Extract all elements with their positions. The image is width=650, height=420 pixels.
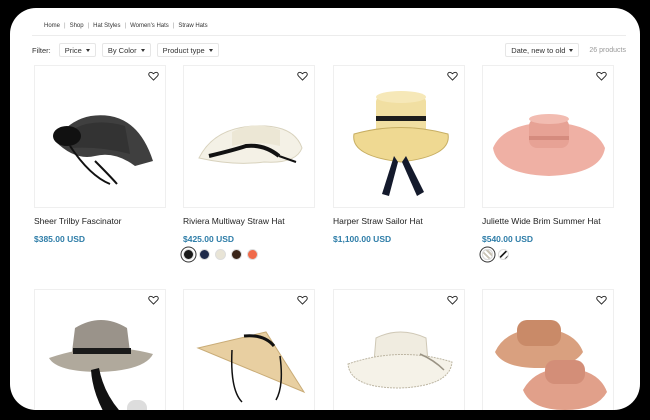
wishlist-heart-icon[interactable] [297, 71, 308, 81]
chevron-down-icon [208, 48, 213, 52]
breadcrumb-separator: | [172, 23, 175, 29]
product-price: $385.00 USD [34, 234, 86, 244]
product-image[interactable] [482, 289, 614, 410]
swatch-black-pattern[interactable] [498, 249, 509, 260]
product-type-filter-dropdown[interactable]: Product type [156, 43, 219, 57]
product-image[interactable] [34, 289, 166, 410]
breadcrumb-hat-styles[interactable]: Hat Styles [93, 23, 120, 29]
conical-straw-hat-image [196, 331, 306, 403]
breadcrumb-straw-hats: Straw Hats [178, 23, 208, 29]
wishlist-heart-icon[interactable] [447, 295, 458, 305]
product-image[interactable] [482, 65, 614, 208]
color-swatches [183, 249, 263, 260]
product-image[interactable] [183, 65, 315, 208]
breadcrumb-shop[interactable]: Shop [70, 23, 84, 29]
product-price: $1,100.00 USD [333, 234, 392, 244]
sheer-trilby-fascinator-image [53, 115, 153, 185]
product-type-filter-label: Product type [162, 45, 205, 55]
chevron-down-icon [140, 48, 145, 52]
product-name[interactable]: Sheer Trilby Fascinator [34, 216, 121, 226]
filter-label: Filter: [32, 45, 51, 55]
sort-label: Date, new to old [511, 45, 566, 55]
wishlist-heart-icon[interactable] [297, 295, 308, 305]
chevron-down-icon [85, 48, 90, 52]
wishlist-heart-icon[interactable] [447, 71, 458, 81]
color-swatches [482, 249, 514, 260]
wishlist-heart-icon[interactable] [596, 295, 607, 305]
swatch-brown[interactable] [231, 249, 242, 260]
product-name[interactable]: Harper Straw Sailor Hat [333, 216, 423, 226]
product-price: $540.00 USD [482, 234, 534, 244]
breadcrumb-separator: | [87, 23, 90, 29]
breadcrumb-separator: | [64, 23, 66, 29]
product-price: $425.00 USD [183, 234, 235, 244]
breadcrumb: Home | Shop | Hat Styles | Women's Hats … [44, 23, 208, 29]
chevron-down-icon [569, 48, 574, 52]
stacked-sun-hats-image [495, 320, 607, 410]
swatch-cream[interactable] [215, 249, 226, 260]
patterned-fedora-image [49, 320, 153, 410]
product-image[interactable] [183, 289, 315, 410]
harper-straw-sailor-hat-image [353, 91, 449, 196]
swatch-coral[interactable] [247, 249, 258, 260]
product-name[interactable]: Juliette Wide Brim Summer Hat [482, 216, 601, 226]
product-count: 26 products [589, 46, 626, 54]
breadcrumb-womens-hats[interactable]: Women's Hats [130, 23, 169, 29]
juliette-wide-brim-summer-hat-image [493, 114, 605, 176]
color-filter-label: By Color [107, 45, 137, 55]
product-image[interactable] [333, 289, 465, 410]
breadcrumb-separator: | [124, 23, 127, 29]
header-divider [32, 35, 626, 36]
price-filter-dropdown[interactable]: Price [58, 43, 96, 57]
wishlist-heart-icon[interactable] [148, 71, 159, 81]
wishlist-heart-icon[interactable] [148, 295, 159, 305]
sort-dropdown[interactable]: Date, new to old [505, 43, 580, 57]
swatch-straw-pattern[interactable] [482, 249, 493, 260]
swatch-navy[interactable] [199, 249, 210, 260]
product-name[interactable]: Riviera Multiway Straw Hat [183, 216, 285, 226]
swatch-black[interactable] [183, 249, 194, 260]
shop-page: Home | Shop | Hat Styles | Women's Hats … [10, 8, 640, 410]
riviera-multiway-straw-hat-image [198, 125, 303, 164]
product-image[interactable] [34, 65, 166, 208]
filter-bar: Filter: Price By Color Product type Date… [32, 42, 626, 58]
price-filter-label: Price [64, 45, 82, 55]
wishlist-heart-icon[interactable] [596, 71, 607, 81]
frayed-straw-hat-image [347, 331, 453, 389]
product-image[interactable] [333, 65, 465, 208]
breadcrumb-home[interactable]: Home [44, 23, 60, 29]
color-filter-dropdown[interactable]: By Color [101, 43, 151, 57]
